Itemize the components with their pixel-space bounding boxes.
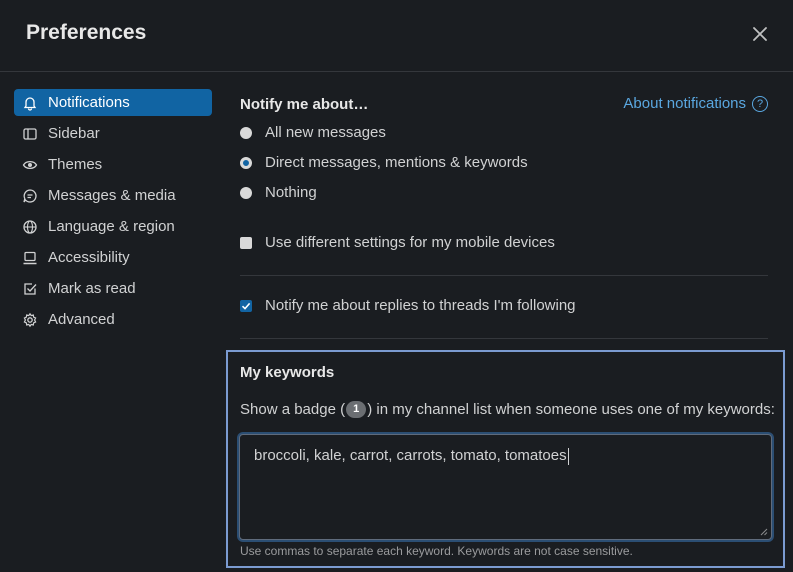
about-notifications-label: About notifications bbox=[623, 95, 746, 112]
sidebar-item-label: Notifications bbox=[48, 94, 130, 111]
notify-section-title: Notify me about… bbox=[240, 96, 369, 113]
radio-nothing[interactable]: Nothing bbox=[240, 184, 317, 201]
sidebar-item-label: Themes bbox=[48, 156, 103, 173]
eye-icon bbox=[22, 157, 38, 173]
sidebar-item-notifications[interactable]: Notifications bbox=[14, 89, 212, 116]
keywords-title: My keywords bbox=[240, 364, 335, 381]
keywords-hint: Use commas to separate each keyword. Key… bbox=[240, 544, 633, 558]
keywords-value: broccoli, kale, carrot, carrots, tomato,… bbox=[254, 447, 567, 464]
radio-button[interactable] bbox=[240, 186, 252, 199]
mobile-settings-checkbox-row[interactable]: Use different settings for my mobile dev… bbox=[240, 234, 555, 251]
divider bbox=[240, 275, 768, 276]
radio-label: Direct messages, mentions & keywords bbox=[265, 154, 528, 171]
mobile-settings-checkbox[interactable] bbox=[240, 236, 252, 249]
radio-button[interactable] bbox=[240, 126, 252, 139]
keywords-desc-after: ) in my channel list when someone uses o… bbox=[367, 401, 775, 418]
sidebar-item-sidebar[interactable]: Sidebar bbox=[14, 120, 212, 147]
check-square-icon bbox=[22, 281, 38, 297]
sidebar-item-label: Accessibility bbox=[48, 249, 130, 266]
dialog-title: Preferences bbox=[26, 21, 147, 44]
keywords-textarea[interactable]: broccoli, kale, carrot, carrots, tomato,… bbox=[239, 434, 772, 540]
bell-icon bbox=[22, 95, 38, 111]
radio-label: All new messages bbox=[265, 124, 386, 141]
radio-label: Nothing bbox=[265, 184, 317, 201]
message-icon bbox=[22, 188, 38, 204]
sidebar-item-label: Advanced bbox=[48, 311, 115, 328]
keywords-desc-before: Show a badge ( bbox=[240, 401, 346, 418]
text-caret bbox=[567, 447, 569, 465]
checkbox-label: Notify me about replies to threads I'm f… bbox=[265, 297, 576, 314]
help-icon: ? bbox=[752, 95, 768, 112]
globe-icon bbox=[22, 219, 38, 235]
laptop-icon bbox=[22, 250, 38, 266]
divider bbox=[240, 338, 768, 339]
threads-checkbox-row[interactable]: Notify me about replies to threads I'm f… bbox=[240, 297, 576, 314]
radio-button-selected[interactable] bbox=[240, 156, 252, 169]
sidebar-item-themes[interactable]: Themes bbox=[14, 151, 212, 178]
checkmark-icon bbox=[241, 302, 251, 310]
sidebar-item-advanced[interactable]: Advanced bbox=[14, 306, 212, 333]
keywords-description: Show a badge ( 1 ) in my channel list wh… bbox=[240, 401, 775, 418]
threads-checkbox[interactable] bbox=[240, 299, 252, 312]
about-notifications-link[interactable]: About notifications ? bbox=[623, 95, 768, 112]
radio-all-new-messages[interactable]: All new messages bbox=[240, 124, 386, 141]
resize-handle-icon[interactable] bbox=[760, 528, 768, 536]
sidebar-item-label: Messages & media bbox=[48, 187, 176, 204]
sidebar-icon bbox=[22, 126, 38, 142]
radio-direct-messages[interactable]: Direct messages, mentions & keywords bbox=[240, 154, 528, 171]
sidebar-item-mark-as-read[interactable]: Mark as read bbox=[14, 275, 212, 302]
sidebar-item-language-region[interactable]: Language & region bbox=[14, 213, 212, 240]
sidebar-item-label: Mark as read bbox=[48, 280, 136, 297]
sidebar-item-accessibility[interactable]: Accessibility bbox=[14, 244, 212, 271]
sidebar-item-messages-media[interactable]: Messages & media bbox=[14, 182, 212, 209]
preferences-sidebar: Notifications Sidebar Themes Messages & … bbox=[14, 89, 212, 337]
sidebar-item-label: Sidebar bbox=[48, 125, 100, 142]
badge-sample: 1 bbox=[346, 401, 367, 418]
gear-icon bbox=[22, 312, 38, 328]
checkbox-label: Use different settings for my mobile dev… bbox=[265, 234, 555, 251]
sidebar-item-label: Language & region bbox=[48, 218, 175, 235]
keywords-section: My keywords Show a badge ( 1 ) in my cha… bbox=[226, 350, 785, 568]
